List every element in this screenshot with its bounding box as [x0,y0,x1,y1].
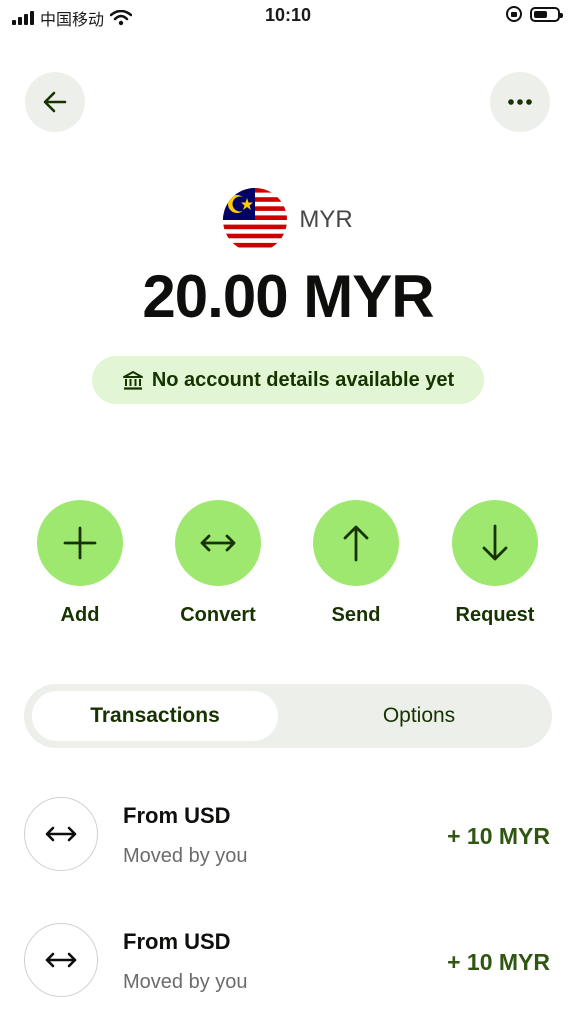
transaction-row[interactable]: From USD Moved by you + 10 MYR [0,923,576,1003]
more-horizontal-icon [508,99,532,105]
transaction-title: From USD [123,929,231,954]
convert-action[interactable]: Convert [163,500,273,627]
arrows-horizontal-icon [45,826,77,842]
tab-options[interactable]: Options [296,691,542,741]
status-right [506,6,563,22]
more-options-button[interactable] [490,72,550,132]
convert-label: Convert [180,604,256,626]
arrow-up-icon [343,525,369,562]
currency-code: MYR [299,206,353,233]
transaction-amount: + 10 MYR [447,949,550,975]
currency-header: MYR [0,188,576,252]
plus-icon [63,526,97,560]
arrow-down-icon [482,524,508,561]
add-button[interactable] [37,500,123,586]
battery-icon [530,6,563,22]
transaction-icon [24,923,98,997]
tab-transactions[interactable]: Transactions [32,691,278,741]
rotation-lock-icon [506,6,522,22]
transaction-icon [24,797,98,871]
balance-amount: 20.00 MYR [142,263,434,330]
request-action[interactable]: Request [440,500,550,627]
transaction-row[interactable]: From USD Moved by you + 10 MYR [0,797,576,877]
send-button[interactable] [313,500,399,586]
request-button[interactable] [452,500,538,586]
account-details-notice[interactable]: No account details available yet [92,356,484,404]
add-label: Add [60,604,100,626]
request-label: Request [455,604,535,626]
convert-button[interactable] [175,500,261,586]
transaction-subtitle: Moved by you [123,845,248,867]
bank-icon [122,371,143,390]
arrows-horizontal-icon [45,952,77,968]
status-time: 10:10 [264,5,312,25]
status-bar: 中国移动 10:10 [0,0,576,32]
send-action[interactable]: Send [301,500,411,627]
back-button[interactable] [25,72,85,132]
send-label: Send [331,604,381,626]
transaction-subtitle: Moved by you [123,971,248,993]
arrows-horizontal-icon [200,534,236,552]
add-action[interactable]: Add [25,500,135,627]
transaction-amount: + 10 MYR [447,823,550,849]
malaysia-flag-icon [223,188,288,252]
segmented-tabs: Transactions Options [24,684,552,748]
arrow-left-icon [43,91,67,113]
notice-text: No account details available yet [151,368,455,391]
transaction-title: From USD [123,803,231,828]
